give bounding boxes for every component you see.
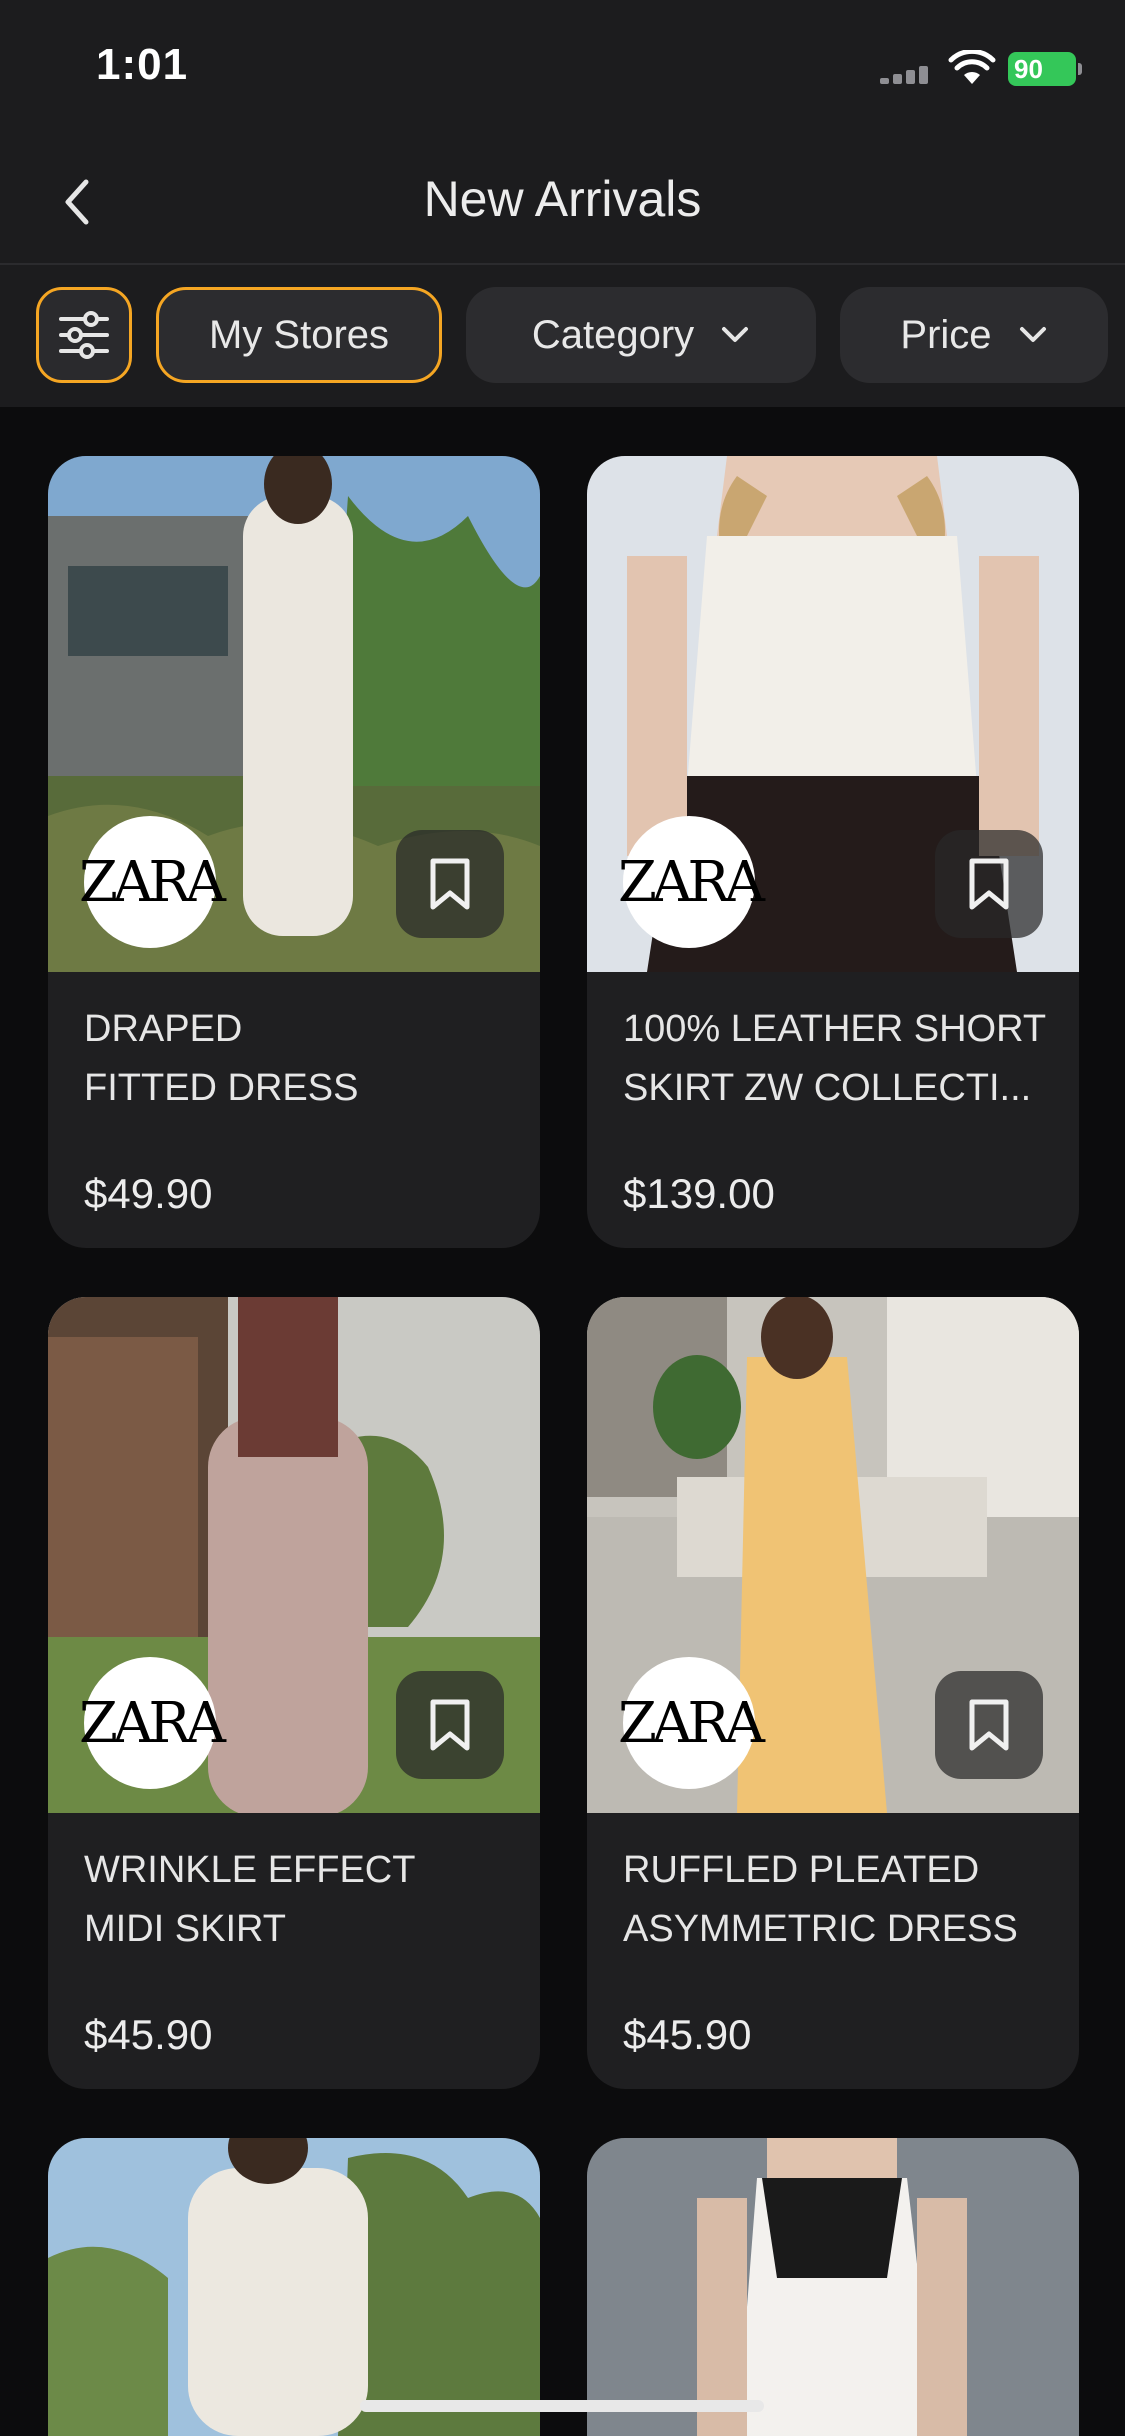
battery-icon: 90: [1008, 52, 1082, 86]
cellular-signal-icon: [880, 66, 932, 84]
product-image[interactable]: ZARA: [587, 1297, 1079, 1813]
product-image[interactable]: ZARA: [48, 1297, 540, 1813]
product-price: $49.90: [84, 1170, 213, 1217]
product-info[interactable]: 100% LEATHER SHORT SKIRT ZW COLLECTI... …: [587, 972, 1079, 1248]
product-info[interactable]: RUFFLED PLEATED ASYMMETRIC DRESS $45.90: [587, 1813, 1079, 2089]
bookmark-button[interactable]: [396, 1671, 504, 1779]
product-photo: [48, 2138, 540, 2436]
brand-logo[interactable]: ZARA: [618, 1657, 765, 1789]
bookmark-button[interactable]: [935, 1671, 1043, 1779]
product-card[interactable]: ZARA DRAPED FITTED DRESS $49.90: [48, 456, 540, 1248]
product-card[interactable]: ZARA RUFFLED PLEATED ASYMMETRIC DRESS $4…: [587, 1297, 1079, 2089]
category-label: Category: [531, 312, 695, 357]
battery-level: 90: [1014, 54, 1043, 84]
product-card[interactable]: ZARA WRINKLE EFFECT MIDI SKIRT $45.90: [48, 1297, 540, 2089]
filter-bar: My Stores Category Price: [0, 265, 1125, 407]
bookmark-icon: [969, 1699, 1009, 1751]
status-bar: 1:01 90: [0, 0, 1125, 140]
brand-logo[interactable]: ZARA: [618, 816, 765, 948]
chevron-down-icon: [722, 327, 749, 342]
product-card[interactable]: ZARA 100% LEATHER SHORT SKIRT ZW COLLECT…: [587, 456, 1079, 1248]
product-info[interactable]: WRINKLE EFFECT MIDI SKIRT $45.90: [48, 1813, 540, 2089]
product-title: WRINKLE EFFECT MIDI SKIRT: [84, 1849, 416, 1950]
bookmark-icon: [969, 858, 1009, 910]
bookmark-icon: [430, 1699, 470, 1751]
product-price: $45.90: [84, 2011, 213, 2058]
product-image[interactable]: ZARA: [48, 456, 540, 972]
category-filter-dropdown[interactable]: Category: [466, 287, 816, 383]
product-title: DRAPED FITTED DRESS: [84, 1008, 359, 1109]
product-card[interactable]: [48, 2138, 540, 2436]
product-title: 100% LEATHER SHORT SKIRT ZW COLLECTI...: [623, 1008, 1047, 1109]
status-time: 1:01: [96, 40, 189, 89]
price-label: Price: [900, 312, 992, 357]
bookmark-button[interactable]: [396, 830, 504, 938]
product-image[interactable]: ZARA: [587, 456, 1079, 972]
home-indicator: [360, 2400, 764, 2412]
product-card[interactable]: [587, 2138, 1079, 2436]
price-filter-dropdown[interactable]: Price: [840, 287, 1108, 383]
product-photo: [587, 2138, 1079, 2436]
my-stores-filter-chip[interactable]: My Stores: [156, 287, 442, 383]
bookmark-icon: [430, 858, 470, 910]
nav-header: New Arrivals: [0, 140, 1125, 264]
bookmark-button[interactable]: [935, 830, 1043, 938]
filter-settings-button[interactable]: [36, 287, 132, 383]
sliders-icon: [59, 311, 109, 359]
product-price: $45.90: [623, 2011, 752, 2058]
page-title: New Arrivals: [423, 171, 702, 227]
brand-logo[interactable]: ZARA: [79, 816, 226, 948]
wifi-icon: [948, 50, 996, 84]
product-title: RUFFLED PLEATED ASYMMETRIC DRESS: [623, 1849, 1018, 1950]
chevron-down-icon: [1019, 327, 1046, 342]
my-stores-label: My Stores: [208, 312, 390, 357]
product-price: $139.00: [623, 1170, 775, 1217]
product-info[interactable]: DRAPED FITTED DRESS $49.90: [48, 972, 540, 1248]
brand-logo[interactable]: ZARA: [79, 1657, 226, 1789]
